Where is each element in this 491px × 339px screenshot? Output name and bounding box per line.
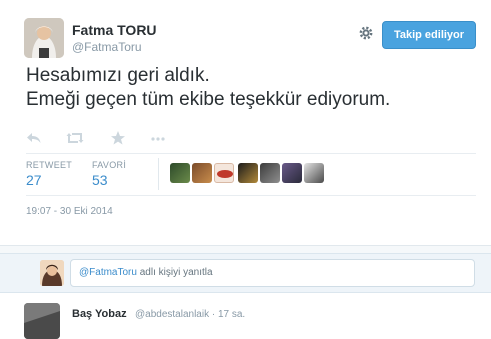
current-user-avatar: [40, 260, 64, 286]
stats-separator: [158, 158, 159, 190]
reply-placeholder: adlı kişiyi yanıtla: [136, 267, 213, 278]
divider-top: [26, 153, 476, 154]
favoriter-avatar[interactable]: [192, 163, 212, 183]
author-fullname[interactable]: Fatma TORU: [72, 22, 157, 38]
favorite-star-icon[interactable]: [110, 130, 126, 146]
tweet-text: Hesabımızı geri aldık. Emeği geçen tüm e…: [26, 64, 476, 112]
author-username[interactable]: @FatmaToru: [72, 40, 142, 54]
reply-box: @FatmaToru adlı kişiyi yanıtla: [0, 253, 491, 293]
favorite-label: FAVORİ: [92, 160, 127, 170]
favoriter-avatar[interactable]: [282, 163, 302, 183]
next-tweet: Baş Yobaz @abdestalanlaik · 17 sa.: [0, 293, 491, 339]
favoriter-avatar[interactable]: [170, 163, 190, 183]
retweet-count[interactable]: 27: [26, 172, 42, 188]
reply-input[interactable]: @FatmaToru adlı kişiyi yanıtla: [70, 259, 475, 287]
next-author-avatar[interactable]: [24, 303, 60, 339]
tweet-card: Fatma TORU @FatmaToru Takip ediliyor Hes…: [0, 0, 491, 245]
tweet-text-line-1: Hesabımızı geri aldık.: [26, 65, 210, 86]
reply-icon[interactable]: [26, 130, 42, 146]
next-author-meta[interactable]: @abdestalanlaik · 17 sa.: [135, 309, 245, 320]
retweet-icon[interactable]: [66, 130, 84, 146]
favoriter-avatar[interactable]: [238, 163, 258, 183]
more-icon[interactable]: [150, 130, 166, 146]
favoriter-avatar[interactable]: [214, 163, 234, 183]
divider-bottom: [26, 195, 476, 196]
tweet-timestamp[interactable]: 19:07 - 30 Eki 2014: [26, 206, 113, 217]
reply-mention: @FatmaToru: [79, 267, 137, 278]
favorite-count[interactable]: 53: [92, 172, 108, 188]
next-author-fullname[interactable]: Baş Yobaz: [72, 308, 127, 320]
gear-icon[interactable]: [357, 24, 375, 42]
favoriter-avatar[interactable]: [304, 163, 324, 183]
following-button[interactable]: Takip ediliyor: [382, 21, 476, 49]
author-avatar[interactable]: [24, 18, 64, 58]
avatar-image: [24, 18, 64, 58]
tweet-text-line-2: Emeği geçen tüm ekibe teşekkür ediyorum.: [26, 89, 391, 110]
favoriter-avatar[interactable]: [260, 163, 280, 183]
retweet-label: RETWEET: [26, 160, 73, 170]
